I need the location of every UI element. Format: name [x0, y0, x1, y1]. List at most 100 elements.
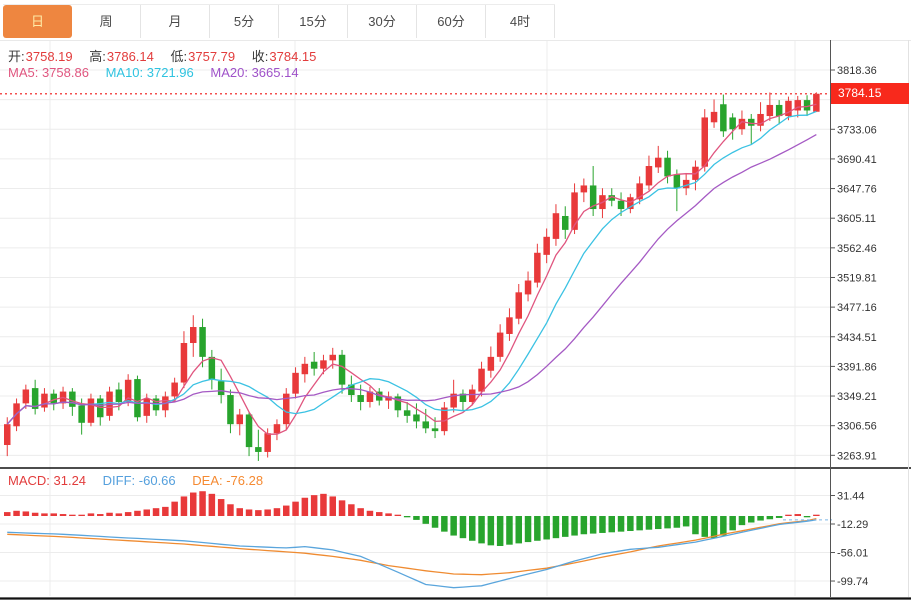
macd-bar — [683, 516, 690, 526]
candle-body — [41, 394, 48, 408]
candle-body — [218, 381, 225, 395]
macd-bar — [69, 515, 76, 516]
candle-body — [618, 201, 625, 209]
candle-body — [469, 389, 476, 401]
macd-bar — [78, 515, 85, 516]
macd-bar — [190, 493, 197, 516]
tab-day[interactable]: 日 — [3, 5, 72, 38]
macd-bar — [404, 516, 411, 517]
close-value: 3784.15 — [269, 49, 316, 64]
macd-axis-label: -56.01 — [837, 548, 868, 560]
macd-bar — [543, 516, 550, 539]
macd-bar — [497, 516, 504, 546]
candle-body — [813, 94, 820, 112]
candle-body — [432, 428, 439, 431]
macd-bar — [478, 516, 485, 543]
ma20-legend: MA20: 3665.14 — [210, 65, 298, 80]
price-axis-label: 3733.06 — [837, 124, 877, 136]
tab-15min[interactable]: 15分 — [279, 5, 348, 38]
price-axis-label: 3647.76 — [837, 184, 877, 196]
macd-bar — [23, 511, 30, 516]
tab-4hour[interactable]: 4时 — [486, 5, 555, 38]
ma10-legend: MA10: 3721.96 — [106, 65, 194, 80]
price-axis-label: 3562.46 — [837, 243, 877, 255]
macd-bar — [395, 515, 402, 516]
macd-bar — [134, 511, 141, 516]
timeframe-tabbar: 日 周 月 5分 15分 30分 60分 4时 — [3, 4, 555, 38]
macd-bar — [246, 509, 253, 516]
tab-30min[interactable]: 30分 — [348, 5, 417, 38]
macd-bar — [692, 516, 699, 534]
macd-bar — [181, 496, 188, 516]
macd-bar — [88, 513, 95, 516]
price-axis-label: 3477.16 — [837, 302, 877, 314]
candle-body — [646, 166, 653, 185]
candle-body — [720, 104, 727, 131]
macd-bar — [441, 516, 448, 532]
candle-body — [227, 395, 234, 424]
macd-bar — [534, 516, 541, 541]
candle-body — [581, 185, 588, 192]
tab-5min[interactable]: 5分 — [210, 5, 279, 38]
macd-bar — [199, 491, 206, 516]
open-label: 开: — [8, 49, 25, 64]
candle-body — [274, 424, 281, 433]
candle-body — [562, 216, 569, 230]
trading-chart-app: { "tabs": [ {"label": "日", "active": tru… — [0, 0, 911, 601]
macd-bar — [757, 516, 764, 521]
macd-bar — [767, 516, 774, 519]
candle-body — [729, 117, 736, 129]
macd-bar — [60, 514, 67, 516]
candle-body — [209, 357, 216, 380]
candle-body — [134, 379, 141, 417]
candle-body — [116, 389, 123, 401]
candle-body — [525, 281, 532, 295]
price-axis-label: 3263.91 — [837, 450, 877, 462]
macd-bar — [218, 499, 225, 516]
candle-body — [144, 399, 151, 416]
ma-legend: MA5: 3758.86 MA10: 3721.96 MA20: 3665.14 — [8, 65, 312, 80]
macd-bar — [116, 513, 123, 516]
macd-bar — [590, 516, 597, 534]
macd-bar — [357, 508, 364, 516]
low-pair: 低:3757.79 — [171, 49, 236, 64]
macd-bar — [311, 495, 318, 516]
candle-body — [88, 399, 95, 423]
chart-canvas[interactable]: 3818.363775.713733.063690.413647.763605.… — [0, 0, 911, 601]
tab-60min[interactable]: 60分 — [417, 5, 486, 38]
macd-bar — [795, 514, 802, 516]
price-axis-label: 3434.51 — [837, 332, 877, 344]
candle-body — [181, 343, 188, 383]
macd-bar — [41, 513, 48, 516]
high-label: 高: — [89, 49, 106, 64]
macd-bar — [432, 516, 439, 528]
macd-bar — [599, 516, 606, 533]
candle-body — [292, 373, 299, 394]
macd-bar — [125, 512, 131, 516]
macd-bar — [450, 516, 457, 536]
macd-bar — [413, 516, 420, 520]
candle-body — [246, 414, 253, 447]
candle-body — [478, 369, 485, 392]
macd-bar — [609, 516, 616, 532]
macd-bar — [32, 513, 39, 516]
tab-month[interactable]: 月 — [141, 5, 210, 38]
macd-bar — [553, 516, 560, 538]
macd-bar — [748, 516, 755, 523]
candle-body — [664, 158, 671, 177]
candle-body — [404, 410, 411, 416]
macd-bar — [571, 516, 578, 536]
macd-bar — [664, 516, 671, 528]
candle-body — [488, 357, 495, 371]
macd-bar — [320, 494, 327, 516]
macd-bar — [562, 516, 569, 537]
candle-body — [497, 333, 504, 357]
tab-week[interactable]: 周 — [72, 5, 141, 38]
candle-body — [767, 105, 774, 116]
macd-bar — [385, 513, 392, 516]
macd-bar — [674, 516, 681, 528]
candle-body — [237, 414, 244, 424]
macd-bar — [264, 509, 271, 516]
price-axis-label: 3519.81 — [837, 272, 877, 284]
macd-bar — [274, 508, 281, 516]
